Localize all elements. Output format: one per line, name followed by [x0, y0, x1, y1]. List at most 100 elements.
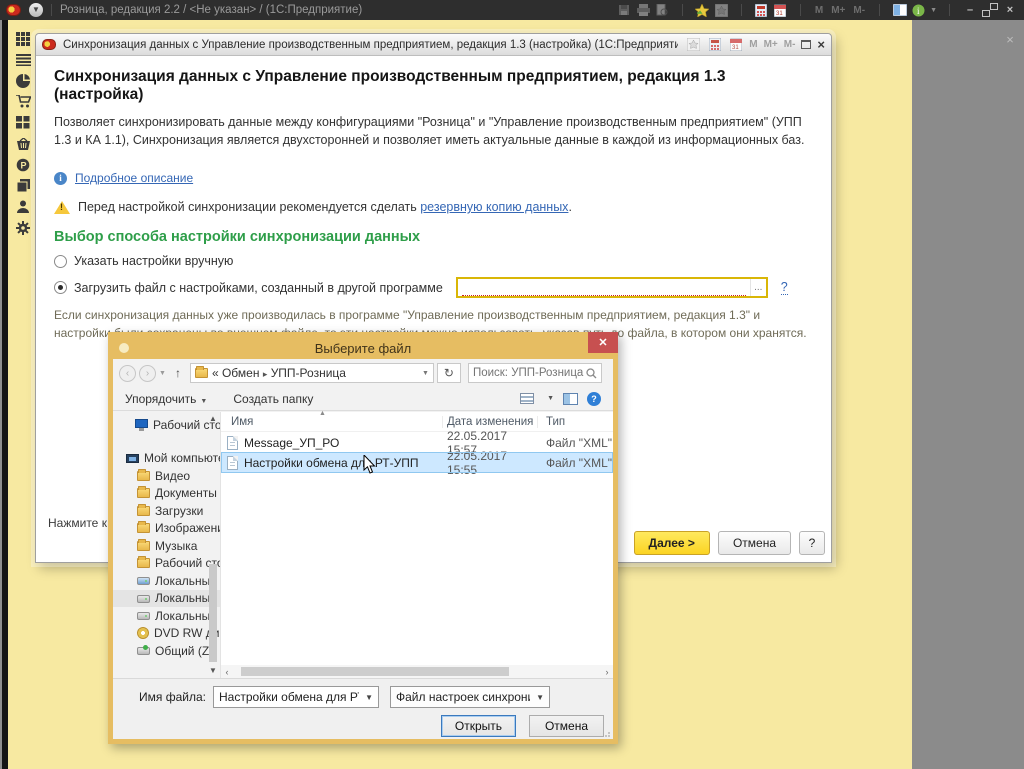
view-mode-icon[interactable] [520, 393, 534, 404]
parking-icon[interactable]: P [15, 157, 32, 172]
info-icon[interactable]: i [911, 3, 926, 17]
scroll-up-icon[interactable]: ▲ [208, 414, 218, 424]
back-button[interactable]: ‹ [119, 365, 136, 382]
scroll-left-icon[interactable]: ‹ [221, 667, 233, 677]
tiles-icon[interactable] [15, 115, 32, 130]
basket-icon[interactable] [15, 136, 32, 151]
preview-icon[interactable] [655, 3, 670, 17]
memory-m-button[interactable]: M [813, 5, 825, 16]
menu-lines-icon[interactable] [15, 52, 32, 67]
scroll-thumb[interactable] [241, 667, 509, 676]
window-close-button[interactable]: × [817, 39, 825, 51]
print-icon[interactable] [636, 3, 651, 17]
new-folder-button[interactable]: Создать папку [233, 392, 313, 406]
cart-icon[interactable] [15, 94, 32, 109]
radio-manual-settings[interactable] [54, 255, 67, 268]
column-name[interactable]: Имя [221, 416, 443, 428]
sidebar-item-local-disk[interactable]: Локальный диск [113, 572, 220, 590]
sidebar-item-computer[interactable]: Мой компьютер - [113, 450, 220, 468]
scroll-down-icon[interactable]: ▼ [208, 666, 218, 676]
memory-m-minus-button[interactable]: M- [851, 5, 867, 16]
settings-file-input[interactable]: ... [456, 277, 768, 298]
next-button[interactable]: Далее > [634, 531, 710, 555]
column-date[interactable]: Дата изменения [443, 416, 538, 428]
sidebar-item-desktop-folder[interactable]: Рабочий стол [113, 555, 220, 573]
preview-pane-icon[interactable] [563, 393, 578, 405]
save-icon[interactable] [617, 3, 632, 17]
sidebar-item-dvd[interactable]: DVD RW дисково [113, 625, 220, 643]
address-bar[interactable]: « Обмен ▸ УПП-Розница ▼ [190, 363, 434, 383]
refresh-button[interactable]: ↻ [437, 363, 461, 383]
favorites-icon[interactable] [714, 3, 729, 17]
column-type[interactable]: Тип [538, 416, 613, 428]
table-row[interactable]: Message_УП_РО 22.05.2017 15:57 Файл "XML… [222, 433, 612, 452]
help-icon[interactable]: ? [587, 392, 601, 406]
documents-icon[interactable] [15, 178, 32, 193]
sidebar-item-videos[interactable]: Видео [113, 467, 220, 485]
organize-button[interactable]: Упорядочить▼ [125, 392, 207, 406]
cancel-button[interactable]: Отмена [718, 531, 791, 555]
person-icon[interactable] [15, 199, 32, 214]
forward-button[interactable]: › [139, 365, 156, 382]
input-help-link[interactable]: ? [781, 280, 788, 295]
history-caret-icon[interactable]: ▼ [159, 370, 166, 377]
maximize-button[interactable] [801, 40, 811, 49]
calendar-icon[interactable]: 31 [773, 3, 788, 17]
input-underline [462, 290, 746, 296]
chevron-down-icon[interactable]: ▼ [930, 7, 937, 14]
add-favorite-icon[interactable] [695, 3, 710, 17]
favorites-icon[interactable] [686, 38, 701, 52]
minimize-button[interactable]: – [962, 4, 978, 16]
sidebar-item-desktop[interactable]: Рабочий стол [113, 416, 220, 434]
memory-m-button[interactable]: M [749, 39, 757, 50]
details-link[interactable]: Подробное описание [75, 171, 193, 185]
calendar-icon[interactable]: 31 [728, 38, 743, 52]
filename-label: Имя файла: [121, 690, 213, 704]
split-window-icon[interactable] [892, 3, 907, 17]
sidebar-item-downloads[interactable]: Загрузки [113, 502, 220, 520]
help-button[interactable]: ? [799, 531, 825, 555]
folder-icon [137, 523, 150, 533]
up-button[interactable]: ↑ [169, 364, 187, 382]
search-box[interactable] [468, 363, 602, 383]
radio-load-file-label[interactable]: Загрузить файл с настройками, созданный … [74, 281, 443, 295]
pie-chart-icon[interactable] [15, 73, 32, 88]
horizontal-scrollbar[interactable]: ‹ › [221, 665, 613, 678]
address-caret-icon[interactable]: ▼ [422, 370, 429, 377]
sidebar-item-local-disk[interactable]: Локальный диск [113, 590, 220, 608]
search-input[interactable] [473, 367, 586, 379]
gear-icon[interactable] [15, 220, 32, 235]
table-row-selected[interactable]: Настройки обмена для РТ-УПП 22.05.2017 1… [222, 453, 612, 472]
backup-link[interactable]: резервную копию данных [420, 200, 568, 214]
main-menu-button[interactable]: ▼ [29, 3, 43, 17]
resize-grip[interactable] [605, 731, 611, 737]
scroll-right-icon[interactable]: › [601, 667, 613, 677]
filename-combobox[interactable]: Настройки обмена для РТ-УПП▼ [213, 686, 379, 708]
memory-m-plus-button[interactable]: M+ [829, 5, 847, 16]
divider [949, 4, 950, 16]
apps-grid-icon[interactable] [15, 31, 32, 46]
dialog-cancel-button[interactable]: Отмена [529, 715, 604, 737]
divider [741, 4, 742, 16]
filetype-combobox[interactable]: Файл настроек синхронизаци▼ [390, 686, 550, 708]
dialog-close-button[interactable]: ✕ [588, 332, 618, 353]
sidebar-item-shared-z[interactable]: Общий (Z:) [113, 642, 220, 660]
browse-button[interactable]: ... [750, 279, 766, 296]
memory-m-minus-button[interactable]: M- [784, 39, 796, 50]
sidebar-scrollbar[interactable]: ▲ ▼ [208, 414, 218, 676]
panel-close-icon[interactable]: × [1002, 32, 1018, 48]
sidebar-item-documents[interactable]: Документы [113, 485, 220, 503]
sidebar-item-music[interactable]: Музыка [113, 537, 220, 555]
close-button[interactable]: × [1002, 4, 1018, 16]
calculator-icon[interactable] [707, 38, 722, 52]
radio-load-file[interactable] [54, 281, 67, 294]
sidebar-item-local-disk[interactable]: Локальный диск [113, 607, 220, 625]
sidebar-item-pictures[interactable]: Изображения [113, 520, 220, 538]
radio-manual-label[interactable]: Указать настройки вручную [74, 254, 233, 268]
breadcrumb[interactable]: « Обмен ▸ УПП-Розница [212, 366, 346, 380]
open-button[interactable]: Открыть [441, 715, 516, 737]
view-caret-icon[interactable]: ▼ [547, 395, 554, 402]
memory-m-plus-button[interactable]: M+ [764, 39, 778, 50]
calculator-icon[interactable] [754, 3, 769, 17]
scroll-thumb[interactable] [209, 564, 217, 662]
